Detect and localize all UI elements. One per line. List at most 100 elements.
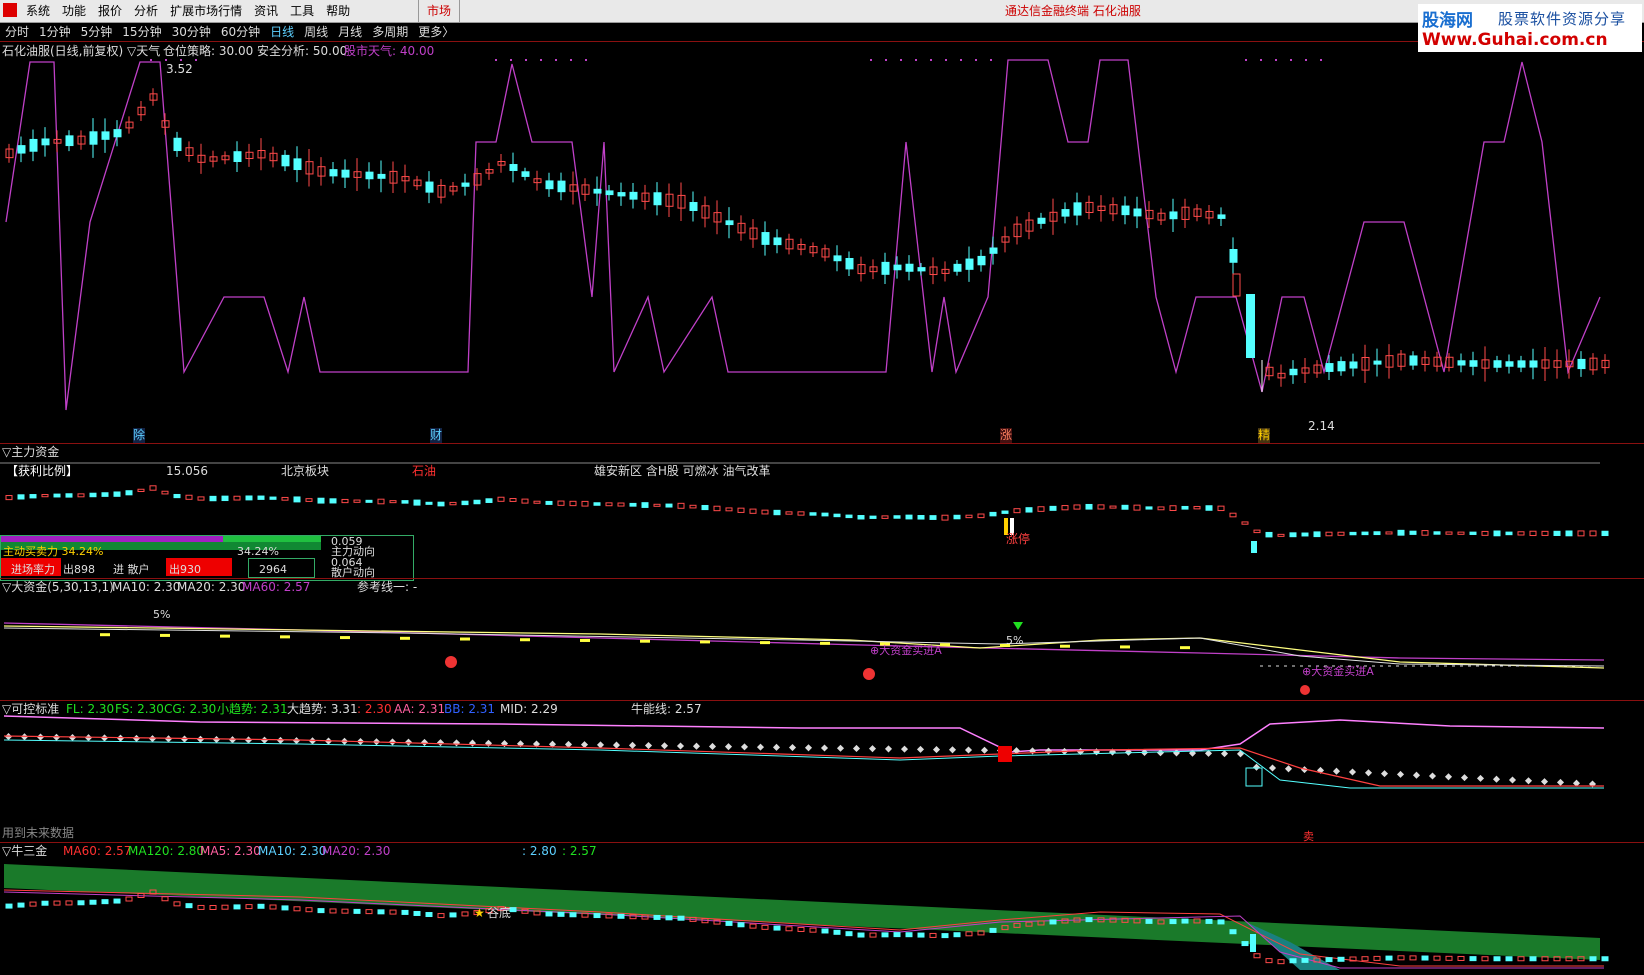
controllable-standard-chart[interactable] <box>0 700 1644 842</box>
mini-candle-p5 <box>185 903 193 909</box>
weather-dot <box>960 59 962 61</box>
period-tab-more[interactable]: 更多〉 <box>413 23 459 41</box>
mini-candle-p5 <box>965 931 973 937</box>
mini-candle-p5 <box>989 927 997 933</box>
mini-candle-p5 <box>1457 955 1465 961</box>
mini-candle <box>1241 521 1249 525</box>
mini-candle <box>149 485 157 491</box>
mini-candle <box>257 495 265 500</box>
signal-ball-2 <box>863 668 875 680</box>
mini-candle <box>965 514 973 519</box>
menu-function[interactable]: 功能 <box>60 0 96 22</box>
market-tab[interactable]: 市场 <box>418 0 461 22</box>
volume-mark <box>640 639 650 643</box>
period-tab-60min[interactable]: 60分钟 <box>216 23 265 41</box>
mini-candle <box>905 514 913 520</box>
volume-mark <box>460 637 470 641</box>
trend-diamond <box>980 746 989 754</box>
mini-candle <box>941 514 949 521</box>
trend-diamond <box>660 742 669 750</box>
bull-three-gold-chart[interactable] <box>0 842 1644 975</box>
trend-diamond <box>788 744 797 752</box>
trend-diamond <box>452 739 461 747</box>
future-data-note: 用到未来数据 <box>2 826 75 840</box>
period-tab-intraday[interactable]: 分时 <box>0 23 34 41</box>
weather-dot <box>525 59 527 61</box>
period-tab-daily[interactable]: 日线 <box>265 23 299 41</box>
menu-system[interactable]: 系统 <box>24 0 60 22</box>
trend-diamond <box>436 739 445 747</box>
weather-dot <box>150 59 152 61</box>
period-tab-weekly[interactable]: 周线 <box>299 23 333 41</box>
trend-diamond <box>852 744 861 752</box>
menu-quote[interactable]: 报价 <box>96 0 132 22</box>
mini-candle-p5 <box>1589 956 1597 962</box>
trend-diamond <box>1492 775 1501 783</box>
mini-candle-p5 <box>53 900 61 906</box>
period-toolbar: 分时 1分钟 5分钟 15分钟 30分钟 60分钟 日线 周线 月线 多周期 更… <box>0 23 459 41</box>
candle-body <box>89 131 98 145</box>
event-marker-featured[interactable]: 精 <box>1258 428 1271 443</box>
weather-dot <box>510 59 512 61</box>
candle-body <box>329 169 338 177</box>
mini-candle-p5 <box>269 904 277 910</box>
candle-body <box>1121 205 1130 216</box>
candle-body <box>1469 360 1478 367</box>
trend-diamond <box>468 739 477 747</box>
volume-mark <box>580 638 590 642</box>
candle-body <box>593 188 602 194</box>
mini-candle-p5 <box>353 908 361 914</box>
trend-diamond <box>644 742 653 750</box>
weather-dot <box>495 59 497 61</box>
period-tab-monthly[interactable]: 月线 <box>333 23 367 41</box>
candlestick-chart[interactable] <box>0 42 1644 442</box>
trend-diamond <box>708 742 717 750</box>
event-marker-rise[interactable]: 涨 <box>1000 428 1013 443</box>
event-marker-finance[interactable]: 财 <box>430 428 443 443</box>
mini-candle <box>869 515 877 519</box>
weather-dot <box>975 59 977 61</box>
menu-extended-market[interactable]: 扩展市场行情 <box>168 0 252 22</box>
mini-candle <box>1001 510 1009 514</box>
candle-body <box>545 180 554 190</box>
pct-label-2: 5% <box>1006 634 1024 647</box>
mini-candle-p5 <box>905 932 913 938</box>
mini-candle <box>1157 506 1165 511</box>
period-tab-15min[interactable]: 15分钟 <box>117 23 166 41</box>
menu-help[interactable]: 帮助 <box>324 0 360 22</box>
period-tab-1min[interactable]: 1分钟 <box>34 23 76 41</box>
menu-news[interactable]: 资讯 <box>252 0 288 22</box>
mini-candle <box>29 494 37 499</box>
mini-candle <box>1325 531 1333 537</box>
period-tab-5min[interactable]: 5分钟 <box>76 23 118 41</box>
big-capital-chart[interactable] <box>0 578 1644 700</box>
trend-diamond <box>900 745 909 753</box>
mini-candle <box>1037 506 1045 512</box>
mini-candle <box>5 495 13 501</box>
mini-candle <box>101 492 109 497</box>
mini-candle <box>545 500 553 505</box>
trend-diamond <box>612 741 621 749</box>
mini-candle <box>761 509 769 515</box>
mini-candle <box>785 511 793 515</box>
mini-candle <box>1061 505 1069 511</box>
candle-body <box>1073 202 1082 216</box>
mini-candle <box>1133 504 1141 511</box>
trend-diamond <box>292 737 301 745</box>
trend-diamond <box>1220 750 1229 758</box>
mini-candle-p5 <box>785 926 793 932</box>
menu-tools[interactable]: 工具 <box>288 0 324 22</box>
mini-candle <box>401 500 409 504</box>
mini-candle-p5 <box>917 932 925 938</box>
volume-mark <box>100 633 110 637</box>
mini-candle <box>857 515 865 520</box>
mini-candle <box>197 496 205 501</box>
menu-analysis[interactable]: 分析 <box>132 0 168 22</box>
mini-candle <box>89 492 97 498</box>
period-tab-30min[interactable]: 30分钟 <box>167 23 216 41</box>
mini-candle-p5 <box>209 905 217 910</box>
event-marker-ex-rights[interactable]: 除 <box>133 428 146 443</box>
period-tab-multi[interactable]: 多周期 <box>367 23 413 41</box>
red-signal-block <box>998 746 1012 762</box>
weather-line <box>5 59 1601 411</box>
